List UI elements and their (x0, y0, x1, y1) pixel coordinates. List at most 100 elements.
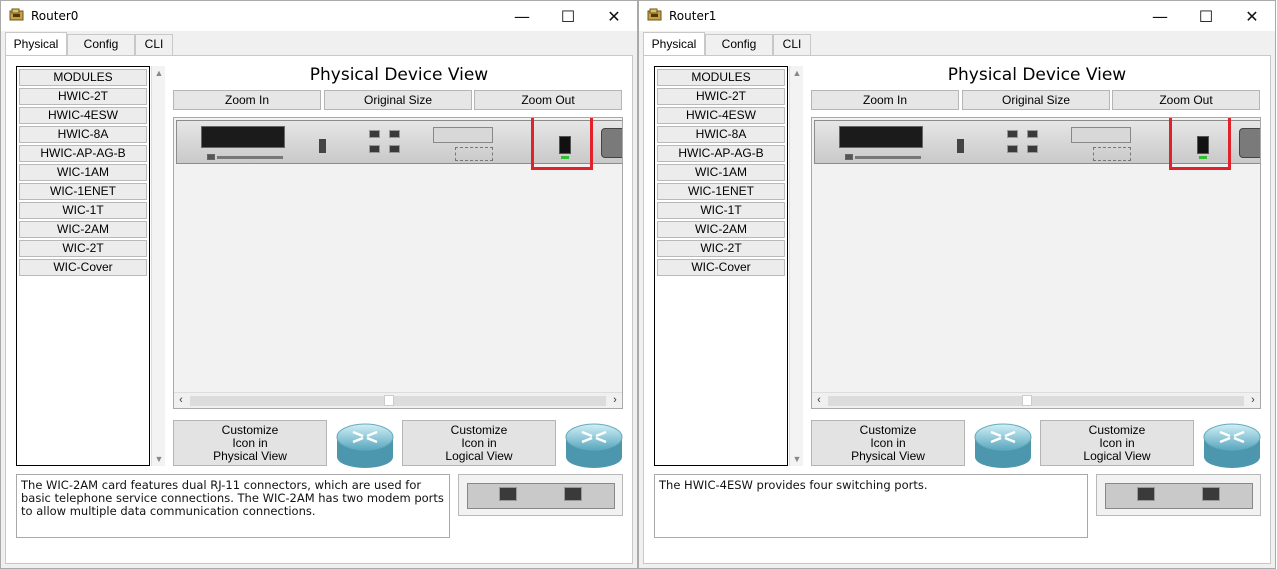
module-item[interactable]: WIC-2AM (657, 221, 785, 238)
module-item[interactable]: WIC-1T (19, 202, 147, 219)
module-item[interactable]: WIC-Cover (19, 259, 147, 276)
minimize-button[interactable]: — (1137, 1, 1183, 31)
modules-scrollbar[interactable]: ▲ ▼ (151, 66, 165, 466)
scroll-track[interactable] (828, 396, 1244, 406)
router-icon (336, 423, 394, 468)
maximize-icon: ☐ (1198, 6, 1214, 26)
ethernet-port[interactable] (1027, 130, 1038, 138)
physical-tab-panel: MODULES HWIC-2T HWIC-4ESW HWIC-8A HWIC-A… (5, 55, 633, 564)
zoom-in-button[interactable]: Zoom In (173, 90, 321, 110)
hwic-slot[interactable] (433, 127, 493, 143)
tab-cli[interactable]: CLI (135, 34, 173, 55)
router-icon (565, 423, 623, 468)
module-item[interactable]: WIC-2AM (19, 221, 147, 238)
close-button[interactable]: ✕ (1229, 1, 1275, 31)
minimize-icon: — (514, 6, 530, 26)
router-icon (974, 423, 1032, 468)
router1-window: Router1 — ☐ ✕ Physical Config CLI MODULE… (638, 0, 1276, 569)
scroll-down-icon[interactable]: ▼ (152, 452, 166, 466)
tab-physical[interactable]: Physical (5, 32, 67, 56)
close-button[interactable]: ✕ (591, 1, 637, 31)
expansion-slot[interactable] (201, 126, 285, 148)
physical-tab-panel: MODULES HWIC-2T HWIC-4ESW HWIC-8A HWIC-A… (643, 55, 1271, 564)
usb-port[interactable] (319, 139, 326, 153)
maximize-icon: ☐ (560, 6, 576, 26)
ethernet-port[interactable] (369, 130, 380, 138)
physical-device-view-title: Physical Device View (309, 65, 489, 85)
ethernet-port[interactable] (1007, 145, 1018, 153)
button-label-line: Physical View (213, 449, 287, 463)
ethernet-port[interactable] (389, 130, 400, 138)
tab-config[interactable]: Config (67, 34, 135, 55)
module-item[interactable]: HWIC-4ESW (19, 107, 147, 124)
packet-tracer-icon (647, 8, 662, 21)
module-item[interactable]: WIC-2T (19, 240, 147, 257)
module-item[interactable]: HWIC-8A (657, 126, 785, 143)
zoom-out-button[interactable]: Zoom Out (1112, 90, 1260, 110)
ethernet-port[interactable] (1027, 145, 1038, 153)
modules-scrollbar[interactable]: ▲ ▼ (789, 66, 803, 466)
customize-logical-icon-button[interactable]: Customize Icon in Logical View (402, 420, 556, 466)
module-item[interactable]: HWIC-4ESW (657, 107, 785, 124)
module-item[interactable]: WIC-1ENET (19, 183, 147, 200)
expansion-slot[interactable] (839, 126, 923, 148)
tab-cli[interactable]: CLI (773, 34, 811, 55)
module-item[interactable]: WIC-1AM (657, 164, 785, 181)
scroll-thumb[interactable] (1022, 395, 1032, 406)
scroll-right-icon[interactable]: › (1246, 393, 1260, 408)
minimize-button[interactable]: — (499, 1, 545, 31)
module-item[interactable]: WIC-1T (657, 202, 785, 219)
module-item[interactable]: WIC-Cover (657, 259, 785, 276)
close-icon: ✕ (607, 6, 621, 26)
empty-slot-outline[interactable] (455, 147, 493, 161)
hwic-slot[interactable] (1071, 127, 1131, 143)
title-bar[interactable]: Router0 — ☐ ✕ (1, 1, 637, 31)
scroll-thumb[interactable] (384, 395, 394, 406)
original-size-button[interactable]: Original Size (324, 90, 472, 110)
module-item[interactable]: HWIC-AP-AG-B (657, 145, 785, 162)
module-item[interactable]: HWIC-AP-AG-B (19, 145, 147, 162)
modules-list: MODULES HWIC-2T HWIC-4ESW HWIC-8A HWIC-A… (16, 66, 150, 466)
module-item[interactable]: WIC-1ENET (657, 183, 785, 200)
window-title: Router1 (669, 9, 717, 23)
module-item[interactable]: HWIC-2T (19, 88, 147, 105)
module-item[interactable]: HWIC-2T (657, 88, 785, 105)
close-icon: ✕ (1245, 6, 1259, 26)
scroll-left-icon[interactable]: ‹ (812, 393, 826, 408)
button-label-line: Logical View (445, 449, 513, 463)
customize-physical-icon-button[interactable]: Customize Icon in Physical View (811, 420, 965, 466)
module-item[interactable]: HWIC-8A (19, 126, 147, 143)
module-item[interactable]: WIC-1AM (19, 164, 147, 181)
zoom-out-button[interactable]: Zoom Out (474, 90, 622, 110)
device-view-area[interactable]: ‹ › (811, 117, 1261, 409)
maximize-button[interactable]: ☐ (1183, 1, 1229, 31)
module-item[interactable]: WIC-2T (657, 240, 785, 257)
customize-logical-icon-button[interactable]: Customize Icon in Logical View (1040, 420, 1194, 466)
tab-physical[interactable]: Physical (643, 32, 705, 56)
modules-header: MODULES (19, 69, 147, 86)
zoom-in-button[interactable]: Zoom In (811, 90, 959, 110)
device-view-area[interactable]: ‹ › (173, 117, 623, 409)
scroll-right-icon[interactable]: › (608, 393, 622, 408)
maximize-button[interactable]: ☐ (545, 1, 591, 31)
ethernet-port[interactable] (369, 145, 380, 153)
module-description: The HWIC-4ESW provides four switching po… (654, 474, 1088, 538)
scroll-down-icon[interactable]: ▼ (790, 452, 804, 466)
ethernet-port[interactable] (389, 145, 400, 153)
tab-config[interactable]: Config (705, 34, 773, 55)
module-card-image (1096, 474, 1261, 516)
usb-port[interactable] (957, 139, 964, 153)
title-bar[interactable]: Router1 — ☐ ✕ (639, 1, 1275, 31)
original-size-button[interactable]: Original Size (962, 90, 1110, 110)
device-view-scrollbar[interactable]: ‹ › (174, 392, 622, 408)
device-view-scrollbar[interactable]: ‹ › (812, 392, 1260, 408)
scroll-up-icon[interactable]: ▲ (790, 66, 804, 80)
slot-latch (845, 154, 853, 160)
window-title: Router0 (31, 9, 79, 23)
ethernet-port[interactable] (1007, 130, 1018, 138)
scroll-track[interactable] (190, 396, 606, 406)
customize-physical-icon-button[interactable]: Customize Icon in Physical View (173, 420, 327, 466)
scroll-left-icon[interactable]: ‹ (174, 393, 188, 408)
scroll-up-icon[interactable]: ▲ (152, 66, 166, 80)
empty-slot-outline[interactable] (1093, 147, 1131, 161)
